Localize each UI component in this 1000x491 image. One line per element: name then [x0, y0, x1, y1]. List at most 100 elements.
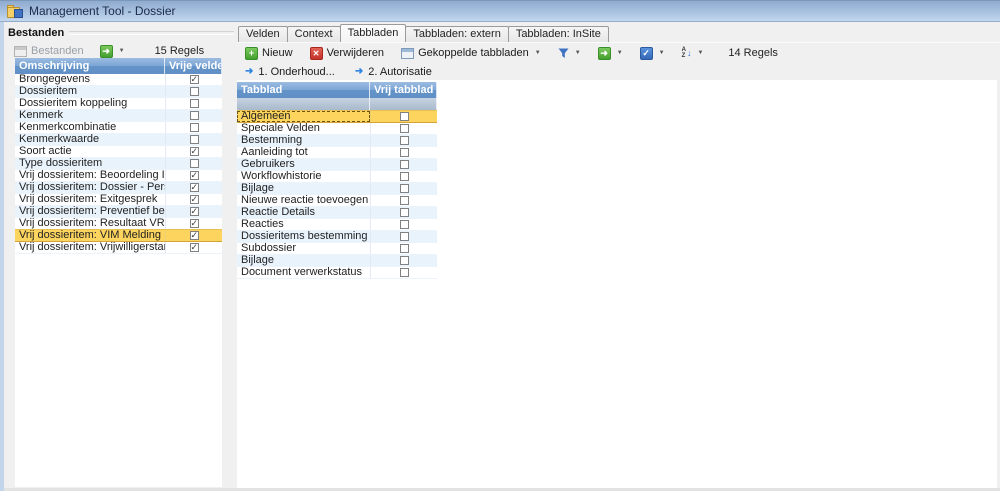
row-checkbox[interactable]	[190, 219, 199, 228]
gekoppelde-tabbladen-dropdown[interactable]: Gekoppelde tabbladen ▼	[397, 44, 545, 62]
chevron-down-icon[interactable]: ▼	[617, 50, 623, 56]
chevron-down-icon[interactable]: ▼	[697, 50, 703, 56]
column-header-tabblad[interactable]: Tabblad	[237, 82, 370, 98]
table-row[interactable]: Soort actie	[15, 146, 222, 158]
row-checkbox[interactable]	[190, 207, 199, 216]
bestanden-grid: Omschrijving Vrije velden BrongegevensDo…	[15, 58, 222, 487]
table-row[interactable]: Speciale Velden	[237, 123, 437, 135]
tab-tabbladen[interactable]: Tabbladen	[340, 24, 407, 42]
table-row[interactable]: Aanleiding tot	[237, 147, 437, 159]
table-row[interactable]: Dossieritems bestemming	[237, 231, 437, 243]
table-row[interactable]: Bijlage	[237, 183, 437, 195]
row-checkbox[interactable]	[190, 99, 199, 108]
checkbox-dropdown[interactable]: ✓ ▼	[636, 44, 669, 63]
row-checkbox[interactable]	[190, 231, 199, 240]
row-checkbox[interactable]	[400, 184, 409, 193]
left-row-count: 15 Regels	[155, 45, 205, 57]
row-checkbox[interactable]	[400, 148, 409, 157]
column-header-vrij-tabblad[interactable]: Vrij tabblad	[370, 82, 437, 98]
table-row[interactable]: Dossieritem	[15, 86, 222, 98]
table-row[interactable]: Nieuwe reactie toevoegen	[237, 195, 437, 207]
step-onderhoud-link[interactable]: ➜ 1. Onderhoud...	[245, 66, 335, 78]
bestanden-panel: Bestanden Bestanden ➜ ▼ 15 Regels Omschr…	[4, 22, 236, 488]
row-check-cell	[165, 230, 222, 241]
row-check-cell	[165, 134, 222, 145]
row-checkbox[interactable]	[400, 208, 409, 217]
row-checkbox[interactable]	[400, 244, 409, 253]
step-autorisatie-link[interactable]: ➜ 2. Autorisatie	[355, 66, 432, 78]
row-check-cell	[165, 122, 222, 133]
column-header-vrije-velden[interactable]: Vrije velden	[165, 58, 222, 74]
column-header-omschrijving[interactable]: Omschrijving	[15, 58, 165, 74]
table-row[interactable]: Kenmerkwaarde	[15, 134, 222, 146]
nieuw-button-label: Nieuw	[262, 47, 293, 59]
row-checkbox[interactable]	[190, 111, 199, 120]
row-checkbox[interactable]	[190, 243, 199, 252]
table-row[interactable]: Kenmerkcombinatie	[15, 122, 222, 134]
table-row[interactable]: Vrij dossieritem: Preventief bezoek bedr…	[15, 206, 222, 218]
table-row[interactable]: Vrij dossieritem: Exitgesprek	[15, 194, 222, 206]
table-row[interactable]: Workflowhistorie	[237, 171, 437, 183]
row-checkbox[interactable]	[190, 159, 199, 168]
row-checkbox[interactable]	[400, 256, 409, 265]
table-row[interactable]: Vrij dossieritem: Vrijwilligerstamgegeve…	[15, 242, 222, 254]
tab-tabbladen-extern[interactable]: Tabbladen: extern	[405, 26, 508, 42]
table-row[interactable]: Reactie Details	[237, 207, 437, 219]
row-checkbox[interactable]	[190, 135, 199, 144]
row-checkbox[interactable]	[400, 196, 409, 205]
tab-velden[interactable]: Velden	[238, 26, 288, 42]
row-checkbox[interactable]	[190, 75, 199, 84]
table-row[interactable]: Vrij dossieritem: Resultaat VRH	[15, 218, 222, 230]
group-title: Bestanden	[8, 27, 64, 39]
row-checkbox[interactable]	[400, 268, 409, 277]
row-checkbox[interactable]	[190, 171, 199, 180]
table-row[interactable]: Bestemming	[237, 135, 437, 147]
row-checkbox[interactable]	[400, 220, 409, 229]
row-checkbox[interactable]	[190, 147, 199, 156]
row-checkbox[interactable]	[400, 112, 409, 121]
verwijderen-button[interactable]: ✕ Verwijderen	[306, 44, 388, 63]
row-check-cell	[165, 194, 222, 205]
row-checkbox[interactable]	[400, 232, 409, 241]
row-label: Gebruikers	[237, 159, 370, 170]
row-checkbox[interactable]	[190, 183, 199, 192]
filter-row[interactable]	[237, 98, 437, 111]
table-row[interactable]: Dossieritem koppeling	[15, 98, 222, 110]
row-checkbox[interactable]	[400, 136, 409, 145]
chevron-down-icon[interactable]: ▼	[575, 50, 581, 56]
chevron-down-icon[interactable]: ▼	[535, 50, 541, 56]
tab-tabbladen-insite[interactable]: Tabbladen: InSite	[508, 26, 609, 42]
go-dropdown[interactable]: ➜ ▼	[594, 44, 627, 63]
grid-body: BrongegevensDossieritemDossieritem koppe…	[15, 74, 222, 254]
table-row[interactable]: Document verwerkstatus	[237, 267, 437, 279]
chevron-down-icon[interactable]: ▼	[659, 50, 665, 56]
sort-dropdown[interactable]: AZ ↓ ▼	[678, 44, 708, 62]
row-checkbox[interactable]	[400, 172, 409, 181]
tab-context[interactable]: Context	[287, 26, 341, 42]
table-row[interactable]: Subdossier	[237, 243, 437, 255]
row-check-cell	[165, 242, 222, 253]
chevron-down-icon[interactable]: ▼	[119, 48, 125, 54]
table-row[interactable]: Gebruikers	[237, 159, 437, 171]
row-label: Vrij dossieritem: Resultaat VRH	[15, 218, 165, 229]
row-label: Bestemming	[237, 135, 370, 146]
nieuw-button[interactable]: + Nieuw	[241, 44, 297, 63]
row-checkbox[interactable]	[190, 195, 199, 204]
table-row[interactable]: Bijlage	[237, 255, 437, 267]
table-row[interactable]: Kenmerk	[15, 110, 222, 122]
table-row[interactable]: Reacties	[237, 219, 437, 231]
table-row[interactable]: Vrij dossieritem: Beoordeling Inkooprela…	[15, 170, 222, 182]
row-checkbox[interactable]	[400, 160, 409, 169]
table-row[interactable]: Vrij dossieritem: VIM Melding	[15, 229, 222, 242]
filter-dropdown[interactable]: ▼	[554, 45, 585, 62]
table-row[interactable]: Brongegevens	[15, 74, 222, 86]
row-check-cell	[165, 158, 222, 169]
row-checkbox[interactable]	[190, 123, 199, 132]
tabstrip: VeldenContextTabbladenTabbladen: externT…	[238, 25, 608, 42]
table-row[interactable]: Vrij dossieritem: Dossier - Personalia	[15, 182, 222, 194]
table-row[interactable]: Type dossieritem	[15, 158, 222, 170]
table-row[interactable]: Algemeen	[237, 110, 437, 123]
row-checkbox[interactable]	[400, 124, 409, 133]
row-checkbox[interactable]	[190, 87, 199, 96]
row-check-cell	[370, 231, 437, 242]
